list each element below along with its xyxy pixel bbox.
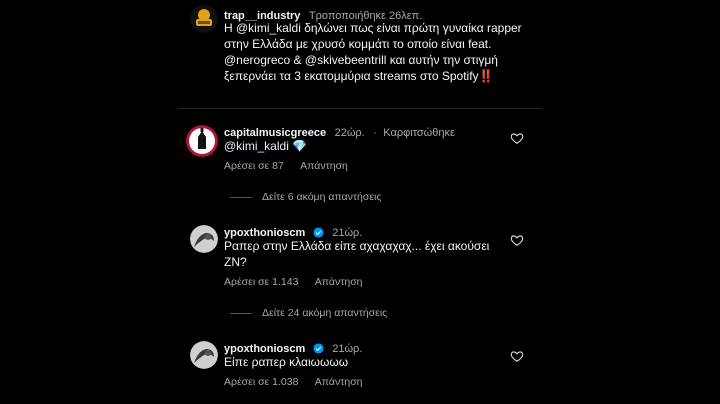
heart-icon[interactable] [510, 233, 524, 247]
heart-icon[interactable] [510, 131, 524, 145]
comment-likes[interactable]: Αρέσει σε 1.038 [224, 376, 298, 388]
trap-industry-avatar[interactable] [190, 5, 218, 33]
thread-line [230, 312, 252, 314]
comment-text: Είπε ραπερ κλαιωωωω [224, 355, 349, 369]
view-more-replies[interactable]: Δείτε 24 ακόμη απαντήσεις [230, 307, 387, 319]
caption-text: Η @kimi_kaldi δηλώνει πως είναι πρώτη γυ… [224, 21, 522, 83]
meta-separator: · [373, 127, 377, 139]
comment-likes[interactable]: Αρέσει σε 87 [224, 160, 284, 172]
pinned-label: Καρφιτσώθηκε [383, 127, 455, 139]
capitalmusicgreece-avatar[interactable] [186, 125, 218, 157]
thread-line [230, 196, 252, 198]
comment-time: 22ώρ. [334, 127, 365, 139]
reply-button[interactable]: Απάντηση [315, 276, 363, 288]
reply-button[interactable]: Απάντηση [315, 376, 363, 388]
verified-badge-icon [313, 227, 324, 238]
view-more-label: Δείτε 6 ακόμη απαντήσεις [262, 191, 382, 203]
comments-panel: trap__industry Τροποποιήθηκε 26λεπ. Η @ki… [178, 0, 544, 404]
double-exclamation-emoji: ‼️ [478, 69, 494, 83]
caption-divider [178, 108, 542, 109]
heart-icon[interactable] [510, 349, 524, 363]
comment-text: Ραπερ στην Ελλάδα είπε αχαχαχαχ... έχει … [224, 239, 490, 269]
caption-text-block: Η @kimi_kaldi δηλώνει πως είναι πρώτη γυ… [224, 20, 534, 84]
verified-badge-icon [313, 343, 324, 354]
ypoxthonioscm-avatar[interactable] [190, 225, 218, 253]
comment-mention[interactable]: @kimi_kaldi [224, 139, 289, 153]
comment-likes[interactable]: Αρέσει σε 1.143 [224, 276, 298, 288]
gem-emoji: 💎 [292, 139, 308, 153]
view-more-label: Δείτε 24 ακόμη απαντήσεις [262, 307, 388, 319]
view-more-replies[interactable]: Δείτε 6 ακόμη απαντήσεις [230, 191, 381, 203]
ypoxthonioscm-avatar[interactable] [190, 341, 218, 369]
reply-button[interactable]: Απάντηση [300, 160, 348, 172]
